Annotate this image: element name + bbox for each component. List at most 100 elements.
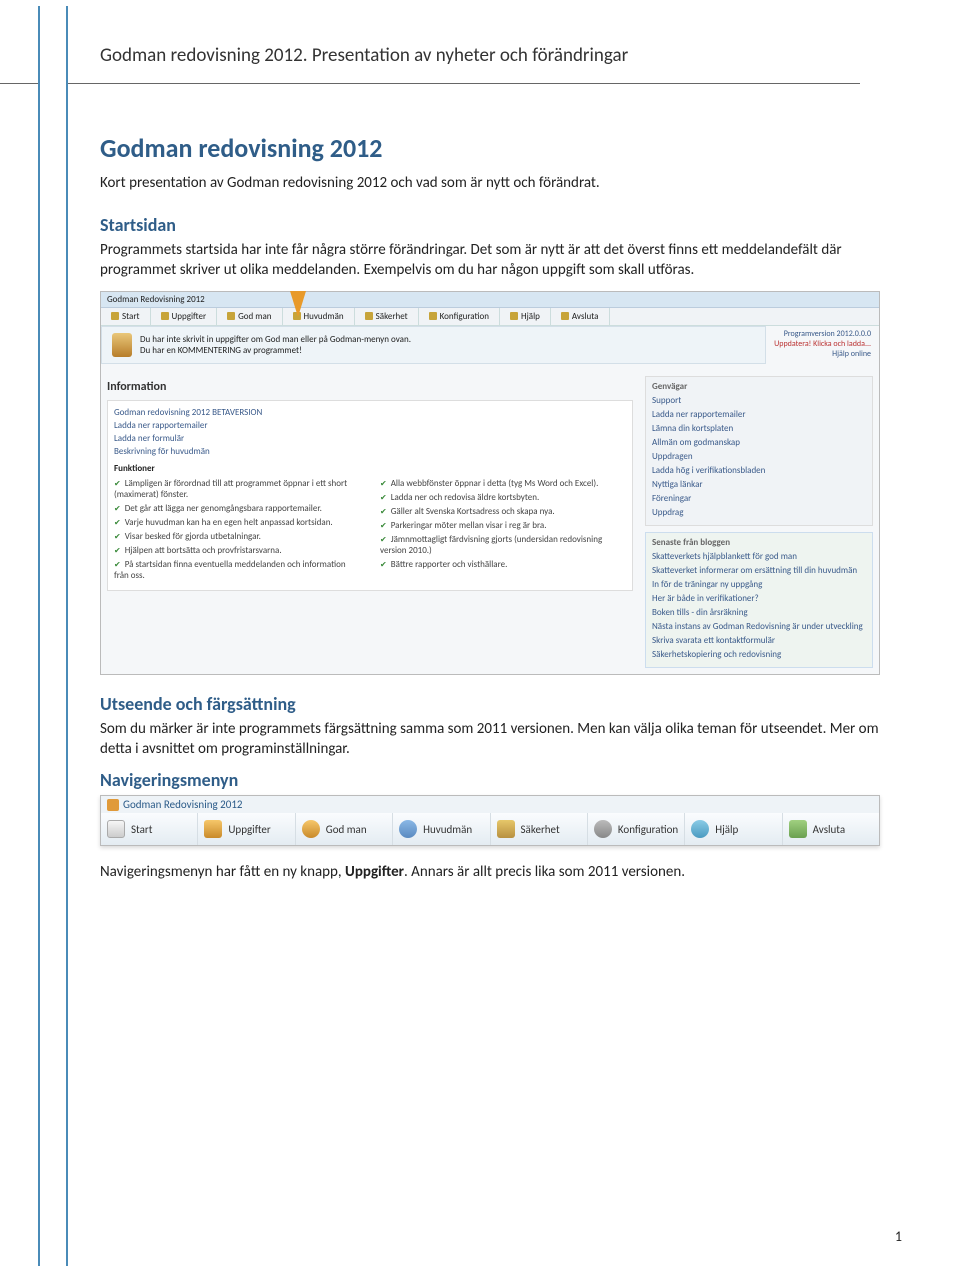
blog-heading: Senaste från bloggen	[652, 537, 866, 548]
sidebar-link[interactable]: Support	[652, 395, 866, 406]
toolbar-item[interactable]: Konfiguration	[419, 308, 500, 325]
user-icon	[302, 820, 320, 838]
user-icon	[227, 312, 235, 320]
function-item: På startsidan finna eventuella meddeland…	[114, 559, 360, 581]
help-icon	[691, 820, 709, 838]
window-titlebar: Godman Redovisning 2012	[101, 292, 879, 308]
sidebar-link[interactable]: Ladda hög i verifikationsbladen	[652, 465, 866, 476]
nav-text: Navigeringsmenyn har fått en ny knapp,	[100, 863, 345, 881]
nav-konfiguration[interactable]: Konfiguration	[588, 813, 685, 845]
home-icon	[107, 820, 125, 838]
sidebar-link[interactable]: Föreningar	[652, 493, 866, 504]
nav-text: . Annars är allt precis lika som 2011 ve…	[404, 863, 685, 881]
blog-link[interactable]: In för de träningar ny uppgång	[652, 579, 866, 590]
toolbar-item[interactable]: Hjälp	[500, 308, 551, 325]
nav-avsluta[interactable]: Avsluta	[783, 813, 879, 845]
window-title-text: Godman Redovisning 2012	[123, 798, 242, 811]
function-item: Hjälpen att bortsätta och provfristarsva…	[114, 545, 360, 556]
exit-icon	[561, 312, 569, 320]
functions-column: Alla webbfönster öppnar i detta (tyg Ms …	[380, 478, 626, 584]
nav-hjalp[interactable]: Hjälp	[685, 813, 782, 845]
info-link[interactable]: Ladda ner formulär	[114, 433, 626, 444]
functions-heading: Funktioner	[114, 463, 626, 474]
version-label: Programversion 2012.0.0.0	[774, 329, 871, 339]
section-heading-navigering: Navigeringsmenyn	[100, 769, 880, 791]
top-right-links: Programversion 2012.0.0.0 Uppdatera! Kli…	[766, 326, 879, 370]
avatar-icon	[112, 333, 132, 357]
document-title: Godman redovisning 2012	[100, 132, 880, 164]
blog-link[interactable]: Nästa instans av Godman Redovisning är u…	[652, 621, 866, 632]
function-item: Gäller alt Svenska Kortsadress och skapa…	[380, 506, 626, 517]
sidebar-links: Genvägar Support Ladda ner rapportemaile…	[645, 376, 873, 526]
screenshot-nav-menu: Godman Redovisning 2012 Start Uppgifter …	[100, 795, 880, 846]
info-link[interactable]: Godman redovisning 2012 BETAVERSION	[114, 407, 626, 418]
toolbar-item[interactable]: Start	[101, 308, 151, 325]
page-content: Godman redovisning 2012 Kort presentatio…	[0, 84, 960, 882]
sidebar-link[interactable]: Uppdrag	[652, 507, 866, 518]
lock-icon	[365, 312, 373, 320]
function-item: Alla webbfönster öppnar i detta (tyg Ms …	[380, 478, 626, 489]
blog-link[interactable]: Skriva svarata ett kontaktformulär	[652, 635, 866, 646]
function-item: Jämnmottagligt färdvisning gjorts (under…	[380, 534, 626, 556]
banner-line: Du har inte skrivit in uppgifter om God …	[140, 334, 411, 345]
section-heading-utseende: Utseende och färgsättning	[100, 693, 880, 715]
function-item: Parkeringar möter mellan visar i reg är …	[380, 520, 626, 531]
info-heading: Information	[107, 380, 633, 394]
blog-link[interactable]: Her är både in verifikationer?	[652, 593, 866, 604]
callout-arrow-icon	[290, 291, 306, 317]
page-header: Godman redovisning 2012. Presentation av…	[0, 0, 960, 83]
section-body-utseende: Som du märker är inte programmets färgsä…	[100, 719, 880, 760]
function-item: Lämpligen är förordnad till att programm…	[114, 478, 360, 500]
info-link[interactable]: Ladda ner rapportemailer	[114, 420, 626, 431]
info-link[interactable]: Beskrivning för huvudmän	[114, 446, 626, 457]
function-item: Varje huvudman kan ha en egen helt anpas…	[114, 517, 360, 528]
sidebar-link[interactable]: Nyttiga länkar	[652, 479, 866, 490]
help-link[interactable]: Hjälp online	[774, 349, 871, 359]
blog-link[interactable]: Skatteverkets hjälpblankett för god man	[652, 551, 866, 562]
tasks-icon	[161, 312, 169, 320]
toolbar-item[interactable]: Uppgifter	[151, 308, 218, 325]
update-link[interactable]: Uppdatera! Klicka och ladda...	[774, 339, 871, 349]
nav-bold: Uppgifter	[345, 863, 404, 881]
nav-bar: Start Uppgifter God man Huvudmän Säkerhe…	[101, 813, 879, 845]
function-item: Det går att lägga ner genomgångsbara rap…	[114, 503, 360, 514]
section-heading-startsidan: Startsidan	[100, 214, 880, 236]
blog-link[interactable]: Skatteverket informerar om ersättning ti…	[652, 565, 866, 576]
sidebar-link[interactable]: Ladda ner rapportemailer	[652, 409, 866, 420]
toolbar-item[interactable]: God man	[217, 308, 282, 325]
nav-sakerhet[interactable]: Säkerhet	[491, 813, 588, 845]
exit-icon	[789, 820, 807, 838]
blog-box: Senaste från bloggen Skatteverkets hjälp…	[645, 532, 873, 668]
function-item: Ladda ner och redovisa äldre kortsbyten.	[380, 492, 626, 503]
banner-line: Du har en KOMMENTERING av programmet!	[140, 345, 411, 356]
function-item: Visar besked för gjorda utbetalningar.	[114, 531, 360, 542]
info-block: Godman redovisning 2012 BETAVERSION Ladd…	[107, 400, 633, 591]
toolbar-item[interactable]: Avsluta	[551, 308, 610, 325]
help-icon	[510, 312, 518, 320]
lock-icon	[497, 820, 515, 838]
gear-icon	[594, 820, 612, 838]
screenshot-startsida: Godman Redovisning 2012 Start Uppgifter …	[100, 291, 880, 675]
sidebar-link[interactable]: Lämna din kortsplaten	[652, 423, 866, 434]
function-item: Bättre rapporter och visthällare.	[380, 559, 626, 570]
nav-uppgifter[interactable]: Uppgifter	[198, 813, 295, 845]
nav-start[interactable]: Start	[101, 813, 198, 845]
window-title: Godman Redovisning 2012	[101, 796, 879, 813]
tasks-icon	[204, 820, 222, 838]
nav-huvudman[interactable]: Huvudmän	[393, 813, 490, 845]
app-icon	[107, 799, 119, 811]
gear-icon	[429, 312, 437, 320]
sidebar-link[interactable]: Uppdragen	[652, 451, 866, 462]
home-icon	[111, 312, 119, 320]
blog-link[interactable]: Säkerhetskopiering och redovisning	[652, 649, 866, 660]
nav-godman[interactable]: God man	[296, 813, 393, 845]
sidebar-link[interactable]: Allmän om godmanskap	[652, 437, 866, 448]
app-toolbar: Start Uppgifter God man Huvudmän Säkerhe…	[101, 308, 879, 326]
intro-paragraph: Kort presentation av Godman redovisning …	[100, 174, 880, 192]
blog-link[interactable]: Boken tills - din årsräkning	[652, 607, 866, 618]
toolbar-item[interactable]: Säkerhet	[355, 308, 419, 325]
users-icon	[399, 820, 417, 838]
section-body-startsidan: Programmets startsida har inte får några…	[100, 240, 880, 281]
message-banner: Du har inte skrivit in uppgifter om God …	[101, 326, 766, 364]
sidebar-heading: Genvägar	[652, 381, 866, 392]
